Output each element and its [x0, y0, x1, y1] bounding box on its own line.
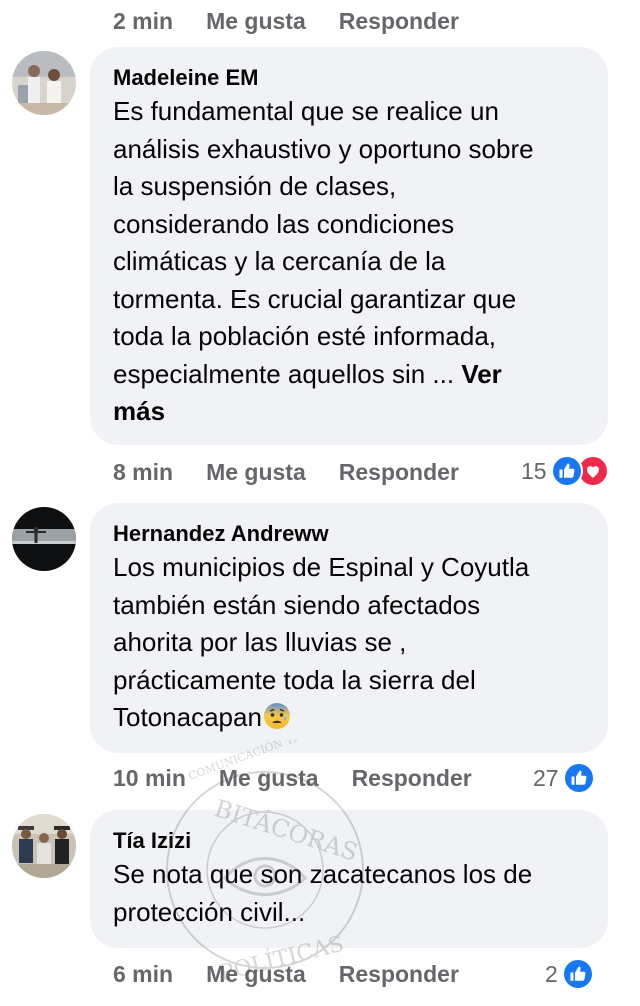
comment-bubble: Tía Izizi Se nota que son zacatecanos lo…	[90, 810, 608, 948]
like-icon	[562, 762, 595, 794]
comment-time: 6 min	[113, 960, 174, 987]
like-icon	[561, 958, 594, 990]
avatar[interactable]	[12, 507, 76, 571]
comment-time: 10 min	[113, 764, 186, 791]
comment-time: 2 min	[113, 7, 174, 34]
avatar[interactable]	[12, 51, 76, 115]
reaction-summary[interactable]: 27	[533, 762, 595, 794]
reaction-count: 15	[521, 457, 547, 484]
avatar[interactable]	[12, 814, 76, 878]
comment-text: Es fundamental que se realice un análisi…	[113, 93, 586, 431]
comment-actions: 2 min Me gusta Responder	[113, 1, 459, 41]
like-link[interactable]: Me gusta	[219, 765, 319, 792]
reply-link[interactable]: Responder	[339, 459, 459, 486]
comment-author[interactable]: Hernandez Andreww	[113, 519, 586, 549]
like-link[interactable]: Me gusta	[206, 961, 306, 988]
reaction-count: 2	[545, 960, 558, 987]
reaction-summary[interactable]: 15	[521, 455, 609, 487]
comment-author[interactable]: Tía Izizi	[113, 826, 586, 856]
like-icon	[550, 455, 583, 487]
reaction-summary[interactable]: 2	[545, 958, 594, 990]
comment-bubble: Madeleine EM Es fundamental que se reali…	[90, 47, 608, 445]
see-more-link[interactable]: Ver	[461, 359, 502, 389]
reaction-count: 27	[533, 764, 559, 791]
comment-actions: 10 min Me gusta Responder	[113, 758, 472, 798]
see-more-link-continued[interactable]: más	[113, 393, 586, 431]
comment-time: 8 min	[113, 458, 174, 485]
comment-text: Los municipios de Espinal y Coyutla tamb…	[113, 552, 530, 732]
reply-link[interactable]: Responder	[339, 8, 459, 35]
comment-actions: 8 min Me gusta Responder	[113, 452, 459, 492]
reply-link[interactable]: Responder	[352, 765, 472, 792]
comment-actions: 6 min Me gusta Responder	[113, 954, 459, 994]
like-link[interactable]: Me gusta	[206, 459, 306, 486]
like-link[interactable]: Me gusta	[206, 8, 306, 35]
anxious-face-emoji	[262, 701, 292, 731]
comment-text: Se nota que son zacatecanos los de prote…	[113, 859, 533, 927]
comment-author[interactable]: Madeleine EM	[113, 63, 586, 93]
comment-bubble: Hernandez Andreww Los municipios de Espi…	[90, 503, 608, 753]
reply-link[interactable]: Responder	[339, 961, 459, 988]
